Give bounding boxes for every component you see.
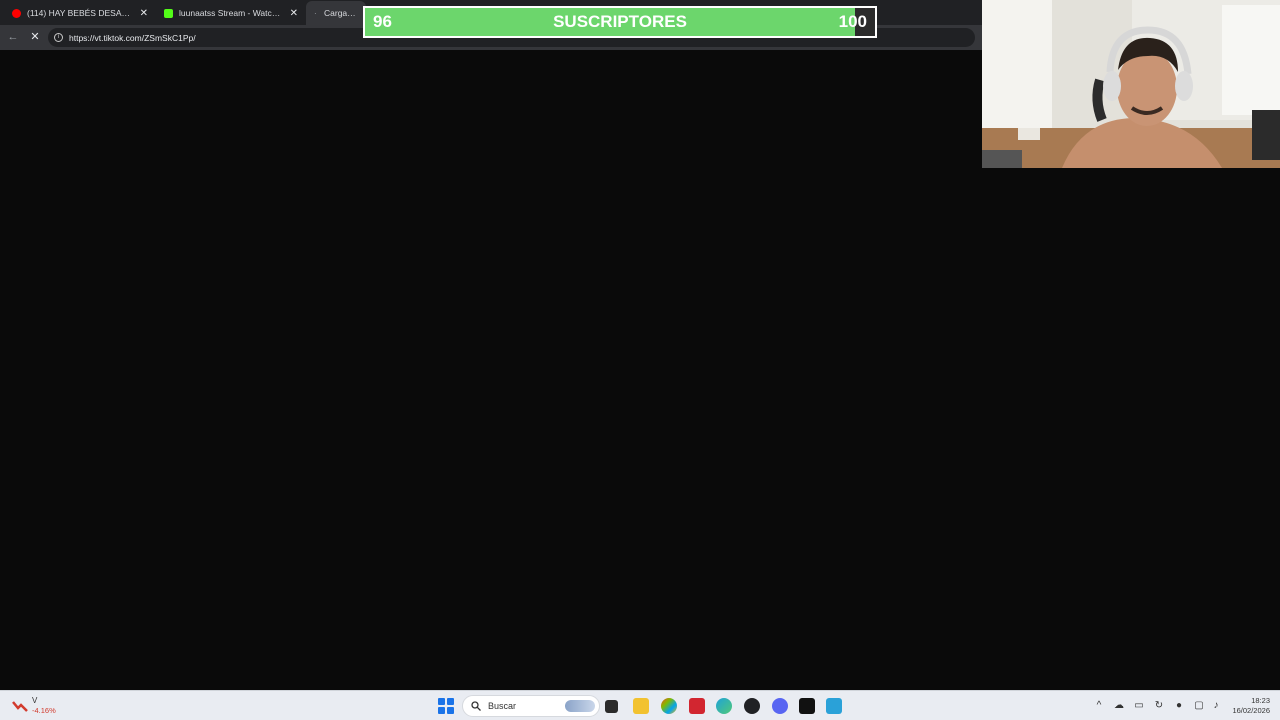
stock-widget[interactable]: V -4.16% — [12, 695, 72, 717]
info-icon[interactable]: i — [54, 33, 63, 42]
close-icon[interactable]: ✕ — [290, 8, 298, 19]
copilot-icon[interactable] — [661, 698, 677, 714]
wps-office-icon[interactable] — [689, 698, 705, 714]
goal-target-count: 100 — [838, 12, 867, 31]
notepad-icon[interactable] — [826, 698, 842, 714]
search-icon — [471, 701, 481, 711]
clock-time: 18:23 — [1251, 696, 1270, 705]
youtube-icon — [12, 8, 21, 18]
close-icon[interactable]: ✕ — [140, 8, 148, 19]
discord-icon[interactable] — [772, 698, 788, 714]
chevron-up-icon[interactable]: ^ — [1093, 700, 1105, 712]
screen: (114) HAY BEBÉS DESAPARECIDOS ✕ luunaats… — [0, 0, 1280, 720]
stock-symbol: V — [32, 696, 38, 705]
microphone-icon[interactable]: ● — [1173, 700, 1185, 712]
windows-taskbar: V -4.16% Buscar ^ ☁ ▭ ↻ ● ▢ ♪ 18:23 16/0… — [0, 690, 1280, 720]
edge-browser-icon[interactable] — [716, 698, 732, 714]
search-highlight-icon — [565, 700, 595, 712]
capcut-icon[interactable] — [799, 698, 815, 714]
windows-start-icon[interactable] — [438, 698, 454, 714]
loading-icon: · — [314, 8, 317, 18]
display-icon[interactable]: ▢ — [1193, 700, 1205, 712]
system-clock[interactable]: 18:23 16/02/2026 — [1232, 696, 1270, 716]
tab-title: luunaatss Stream - Watch Live on — [179, 8, 284, 18]
search-placeholder: Buscar — [488, 701, 517, 711]
page-content — [2, 50, 982, 688]
sync-icon[interactable]: ↻ — [1153, 700, 1165, 712]
obs-icon[interactable] — [744, 698, 760, 714]
stock-change: -4.16% — [32, 706, 56, 715]
network-icon[interactable]: ▭ — [1133, 700, 1145, 712]
stop-loading-icon[interactable]: ✕ — [28, 30, 42, 44]
subscriber-goal-bar: SUSCRIPTORES 96 100 — [363, 6, 877, 38]
task-view-icon[interactable] — [605, 700, 618, 713]
back-arrow-icon[interactable]: ← — [6, 30, 20, 44]
file-explorer-icon[interactable] — [633, 698, 649, 714]
goal-current-count: 96 — [373, 12, 392, 31]
tab-kick[interactable]: luunaatss Stream - Watch Live on ✕ — [156, 1, 306, 25]
goal-label: SUSCRIPTORES — [553, 12, 687, 31]
tab-loading[interactable]: · Cargando... — [306, 1, 366, 25]
tab-youtube[interactable]: (114) HAY BEBÉS DESAPARECIDOS ✕ — [4, 1, 156, 25]
stock-chart-icon — [12, 701, 28, 712]
kick-icon — [164, 8, 173, 18]
taskbar-search[interactable]: Buscar — [462, 695, 600, 717]
cloud-icon[interactable]: ☁ — [1113, 700, 1125, 712]
webcam-image — [982, 0, 1280, 168]
tab-title: Cargando... — [324, 8, 358, 18]
clock-date: 16/02/2026 — [1232, 706, 1270, 715]
tab-title: (114) HAY BEBÉS DESAPARECIDOS — [27, 8, 134, 18]
volume-icon[interactable]: ♪ — [1210, 700, 1222, 712]
webcam-feed — [982, 0, 1280, 168]
address-url: https://vt.tiktok.com/ZSmSkC1Pp/ — [69, 32, 196, 43]
